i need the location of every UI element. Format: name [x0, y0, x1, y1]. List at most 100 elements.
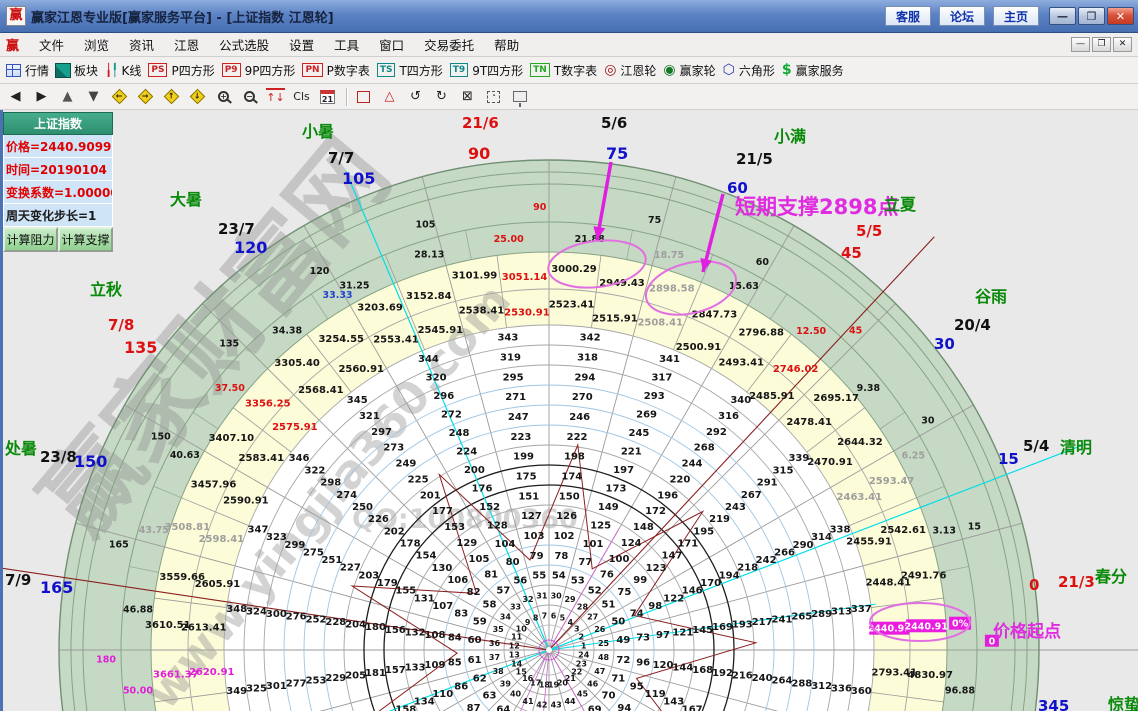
prev-triangle-icon[interactable]: ◀ — [6, 88, 25, 105]
zoom-in-icon[interactable]: + — [214, 88, 233, 105]
menu-item-工具[interactable]: 工具 — [324, 32, 369, 57]
menu-item-公式选股[interactable]: 公式选股 — [209, 32, 279, 57]
svg-text:60: 60 — [756, 257, 770, 268]
toolbar-button-T数字表[interactable]: TNT数字表 — [530, 62, 597, 79]
toolbar-button-六角形[interactable]: ⬡六角形 — [723, 62, 775, 79]
svg-text:128: 128 — [487, 520, 508, 531]
toolbar-label: P数字表 — [327, 62, 370, 79]
svg-text:301: 301 — [266, 681, 287, 692]
menu-item-文件[interactable]: 文件 — [29, 32, 74, 57]
svg-text:28.13: 28.13 — [414, 250, 444, 261]
svg-text:37: 37 — [489, 653, 500, 662]
next-triangle-icon[interactable]: ▶ — [32, 88, 51, 105]
diamond-down-icon[interactable]: ↓ — [188, 88, 207, 105]
svg-text:2440.91: 2440.91 — [905, 621, 948, 632]
price-axis-icon[interactable]: ↑↓ — [266, 88, 285, 105]
svg-text:42: 42 — [536, 701, 547, 710]
menu-bar: 赢 文件浏览资讯江恩公式选股设置工具窗口交易委托帮助 — ❐ ✕ — [0, 33, 1138, 57]
svg-text:58: 58 — [483, 599, 497, 610]
svg-text:348: 348 — [226, 604, 247, 615]
titlebar-link-主页[interactable]: 主页 — [993, 6, 1039, 26]
svg-text:274: 274 — [336, 490, 357, 501]
svg-text:33: 33 — [510, 602, 521, 611]
toolbar-button-9P四方形[interactable]: P99P四方形 — [222, 62, 296, 79]
svg-text:3.13: 3.13 — [933, 525, 956, 536]
svg-text:134: 134 — [414, 697, 435, 708]
titlebar-link-客服[interactable]: 客服 — [885, 6, 931, 26]
menu-item-帮助[interactable]: 帮助 — [484, 32, 529, 57]
wheel-outside-label: 7/7 — [328, 149, 354, 167]
diamond-up-icon[interactable]: ↑ — [162, 88, 181, 105]
flag-down-icon[interactable]: ▼ — [84, 88, 103, 105]
svg-text:99: 99 — [633, 575, 647, 586]
svg-text:60: 60 — [468, 635, 482, 646]
svg-text:2898.58: 2898.58 — [649, 283, 695, 294]
menu-item-浏览[interactable]: 浏览 — [74, 32, 119, 57]
mdi-minimize-button[interactable]: — — [1071, 37, 1090, 52]
svg-text:219: 219 — [709, 514, 730, 525]
triangle-tool-icon[interactable]: △ — [380, 88, 399, 105]
zoom-out-icon[interactable]: − — [240, 88, 259, 105]
maximize-button[interactable]: ❐ — [1078, 7, 1105, 25]
menu-item-资讯[interactable]: 资讯 — [119, 32, 164, 57]
wheel-outside-label: 小暑 — [302, 122, 334, 141]
button-计算支撑[interactable]: 计算支撑 — [58, 227, 113, 252]
svg-text:110: 110 — [432, 689, 453, 700]
svg-text:177: 177 — [432, 506, 453, 517]
svg-text:25: 25 — [598, 639, 610, 648]
toolbar-button-9T四方形[interactable]: T99T四方形 — [450, 62, 523, 79]
calendar-icon[interactable]: 21 — [318, 88, 337, 105]
toolbar-label: 9P四方形 — [245, 62, 296, 79]
toolbar-button-赢家服务[interactable]: $赢家服务 — [782, 62, 844, 79]
menu-item-设置[interactable]: 设置 — [279, 32, 324, 57]
rotate-ccw-icon[interactable]: ↺ — [406, 88, 425, 105]
svg-text:192: 192 — [712, 668, 733, 679]
menu-item-交易委托[interactable]: 交易委托 — [414, 32, 484, 57]
svg-text:2560.91: 2560.91 — [338, 364, 384, 375]
svg-text:57: 57 — [496, 585, 510, 596]
menu-item-江恩[interactable]: 江恩 — [164, 32, 209, 57]
index-name: 上证指数 — [3, 112, 113, 135]
flag-up-icon[interactable]: ▲ — [58, 88, 77, 105]
rotate-cw-icon[interactable]: ↻ — [432, 88, 451, 105]
toolbar-button-行情[interactable]: 行情 — [6, 62, 49, 79]
svg-text:317: 317 — [651, 372, 672, 383]
toolbar-button-K线[interactable]: ╽╿K线 — [105, 62, 141, 79]
menu-item-窗口[interactable]: 窗口 — [369, 32, 414, 57]
svg-text:346: 346 — [289, 453, 310, 464]
gann-wheel-canvas[interactable]: 赢家财富网www.yingjia360.comQQ:10080036012345… — [0, 110, 1138, 711]
board-icon[interactable] — [510, 88, 529, 105]
svg-text:61: 61 — [468, 655, 482, 666]
mdi-close-button[interactable]: ✕ — [1113, 37, 1132, 52]
toolbar-button-P四方形[interactable]: PSP四方形 — [148, 62, 214, 79]
toolbar-button-T四方形[interactable]: TST四方形 — [377, 62, 443, 79]
svg-text:34.38: 34.38 — [272, 326, 302, 337]
svg-text:3508.81: 3508.81 — [164, 522, 210, 533]
wheel-outside-label: 21/5 — [736, 150, 773, 168]
close-button[interactable]: ✕ — [1107, 7, 1134, 25]
toolbar-button-赢家轮[interactable]: ◉赢家轮 — [663, 62, 715, 79]
toolbar-button-板块[interactable]: 板块 — [56, 62, 98, 79]
toolbar-button-江恩轮[interactable]: ◎江恩轮 — [604, 62, 656, 79]
wheel-outside-label: 75 — [606, 144, 628, 163]
toolbar-button-P数字表[interactable]: PNP数字表 — [302, 62, 369, 79]
titlebar-link-论坛[interactable]: 论坛 — [939, 6, 985, 26]
cls-button[interactable]: Cls — [292, 88, 311, 105]
diamond-left-icon[interactable]: ← — [110, 88, 129, 105]
svg-text:0%: 0% — [952, 619, 969, 630]
svg-text:265: 265 — [791, 612, 812, 623]
svg-text:50.00: 50.00 — [123, 685, 153, 696]
mdi-restore-button[interactable]: ❐ — [1092, 37, 1111, 52]
boxed-x-icon[interactable]: ⊠ — [458, 88, 477, 105]
diamond-right-icon[interactable]: → — [136, 88, 155, 105]
svg-text:87: 87 — [467, 703, 481, 711]
rect-tool-icon[interactable] — [354, 88, 373, 105]
crosshair-icon[interactable] — [484, 88, 503, 105]
svg-text:13: 13 — [509, 651, 520, 660]
wheel-outside-label: 90 — [468, 144, 490, 163]
minimize-button[interactable]: — — [1049, 7, 1076, 25]
button-计算阻力[interactable]: 计算阻力 — [3, 227, 58, 252]
ts-badge-icon: TS — [377, 63, 396, 77]
svg-text:201: 201 — [420, 490, 441, 501]
svg-text:339: 339 — [788, 453, 809, 464]
